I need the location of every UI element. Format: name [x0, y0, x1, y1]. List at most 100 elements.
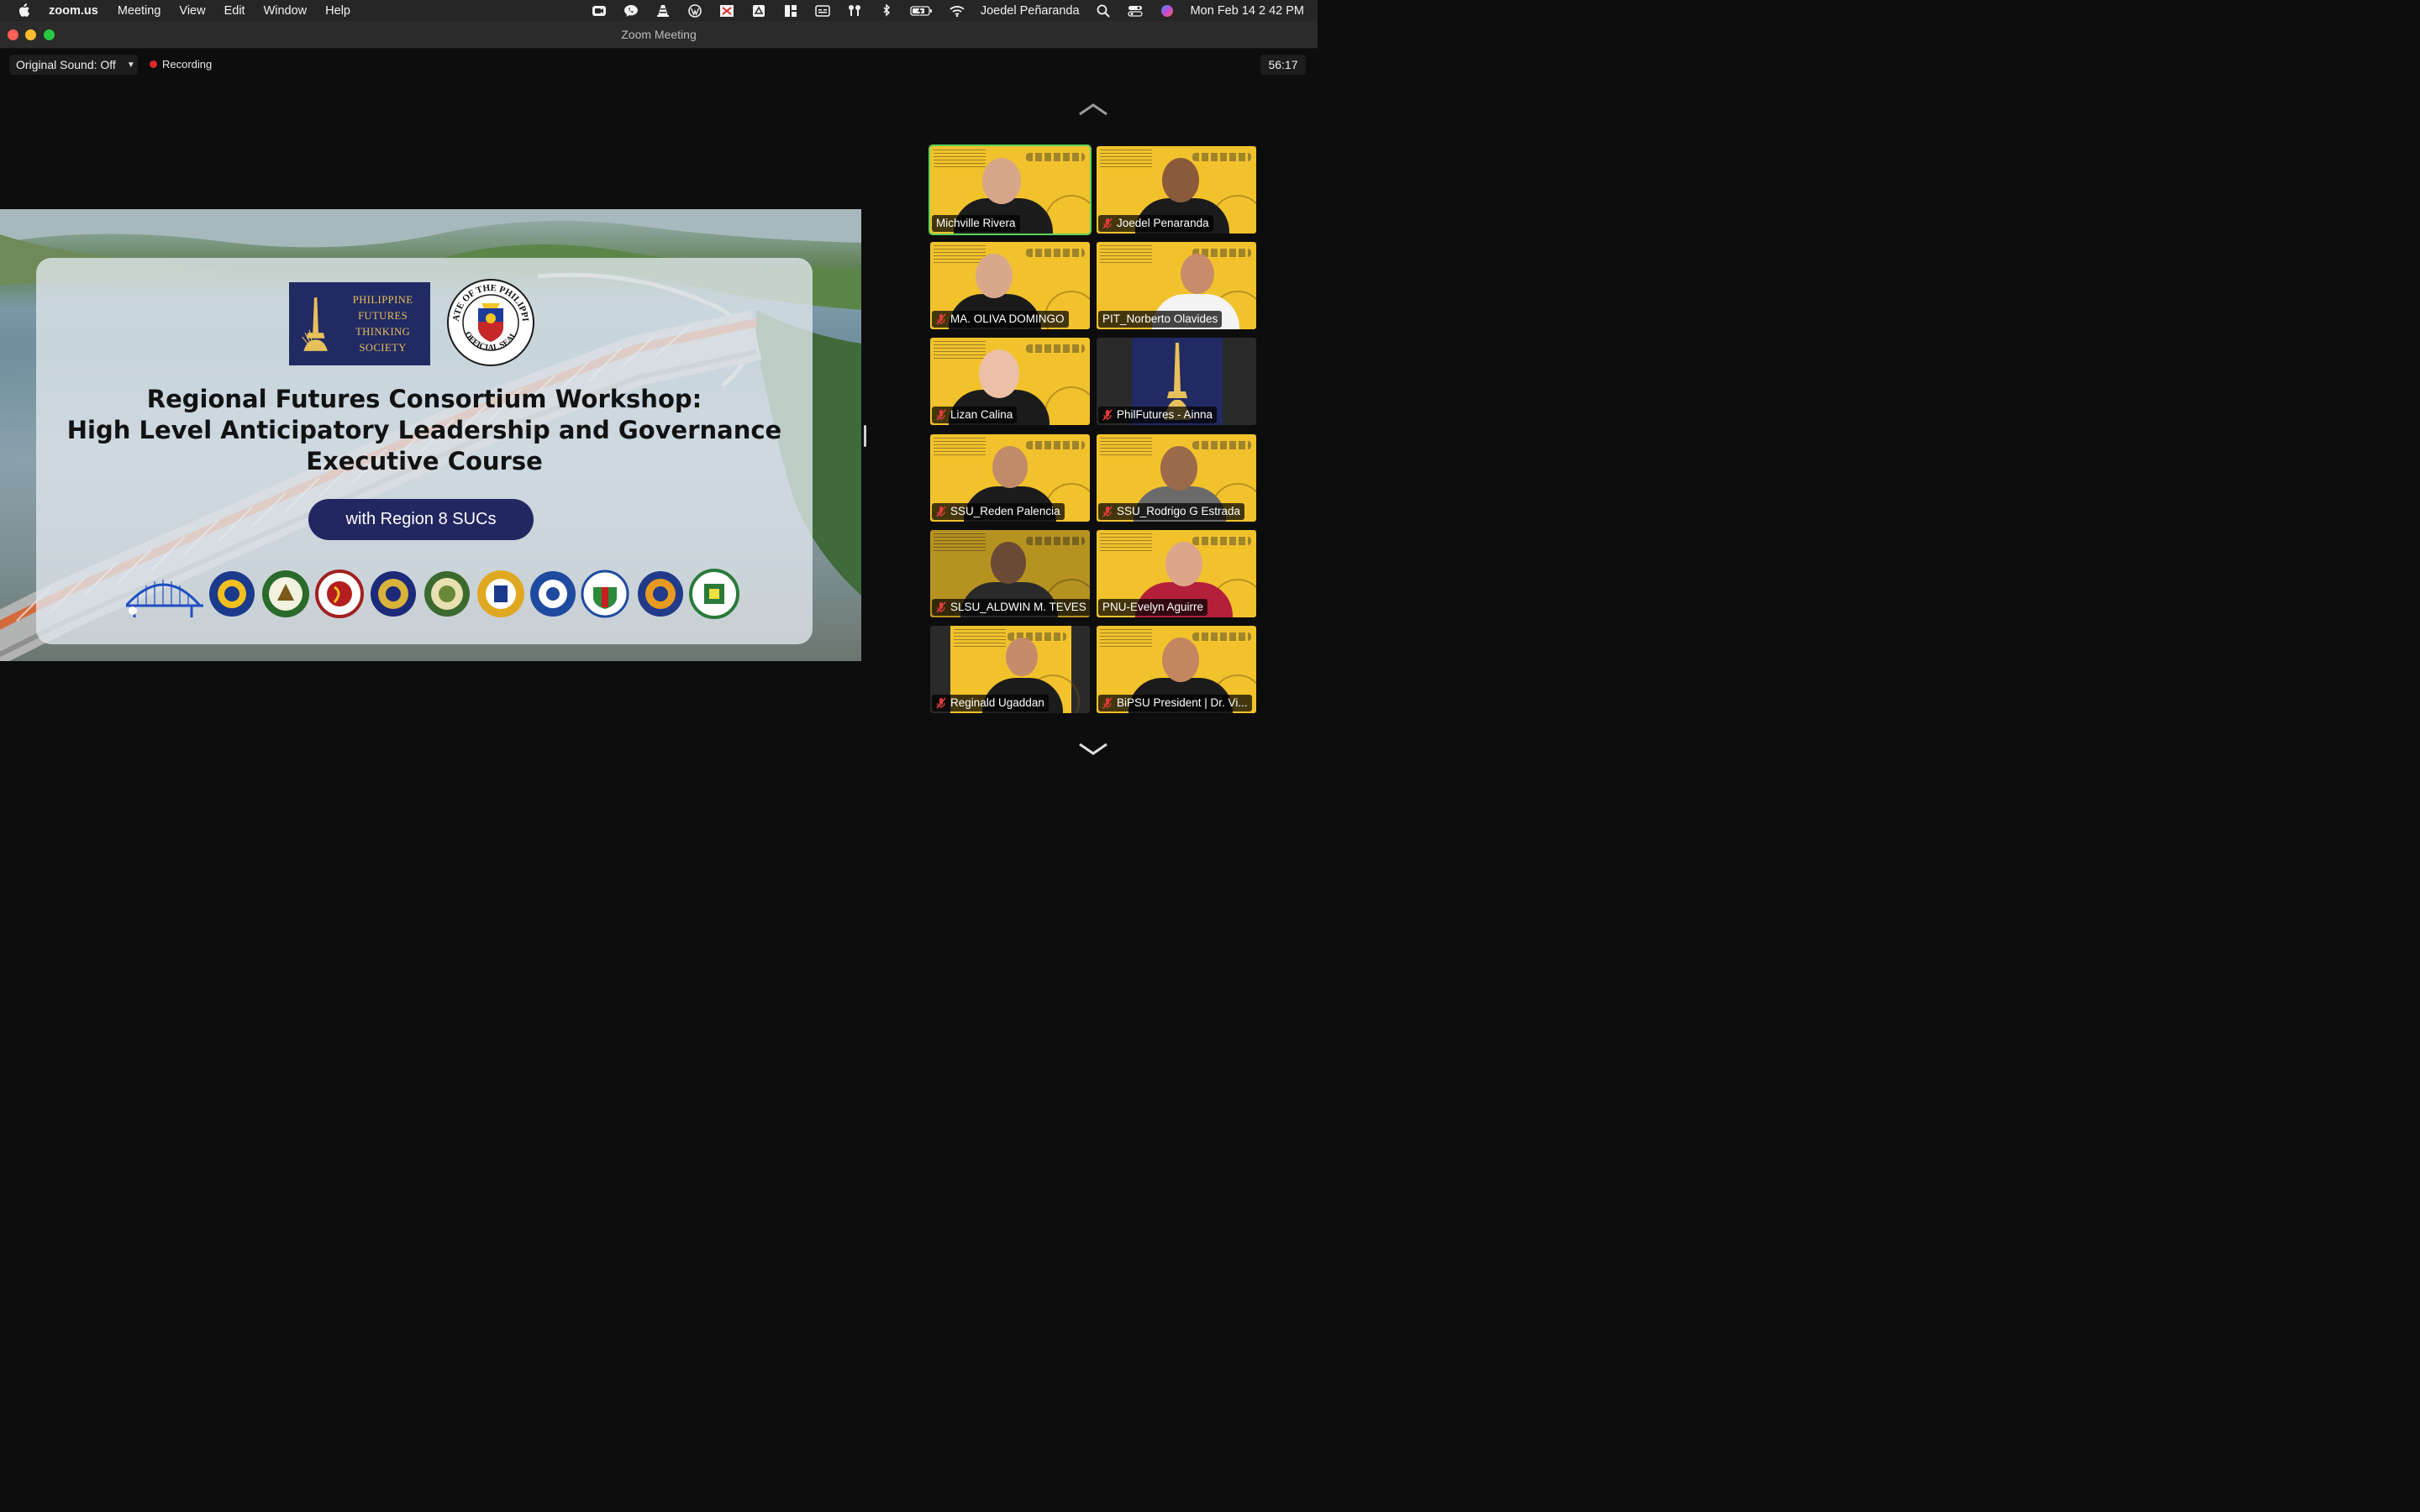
participant-head	[982, 158, 1021, 205]
participant-tile[interactable]: PhilFutures - Ainna	[1097, 338, 1256, 425]
participant-tile[interactable]: Reginald Ugaddan	[930, 626, 1090, 713]
participant-tile[interactable]: SSU_Rodrigo G Estrada	[1097, 434, 1256, 522]
participant-head	[1006, 638, 1038, 676]
logo-text-line2: THINKING SOCIETY	[355, 325, 411, 354]
participant-tile[interactable]: SLSU_ALDWIN M. TEVES	[930, 530, 1090, 617]
participant-name: Michville Rivera	[936, 217, 1016, 229]
menu-bar: zoom.us Meeting View Edit Window Help Jo…	[0, 0, 1318, 21]
participant-tile[interactable]: Michville Rivera	[930, 146, 1090, 234]
participant-name: Joedel Penaranda	[1117, 217, 1209, 229]
menu-meeting[interactable]: Meeting	[118, 4, 161, 18]
zoom-video-icon[interactable]	[591, 3, 608, 18]
muted-microphone-icon	[936, 697, 946, 709]
participant-name-label: SLSU_ALDWIN M. TEVES	[932, 599, 1090, 616]
muted-microphone-icon	[1102, 409, 1113, 421]
chevron-down-icon: ▼	[126, 60, 135, 70]
vlc-cone-icon[interactable]	[655, 3, 671, 18]
participant-name-label: Reginald Ugaddan	[932, 695, 1049, 711]
apple-icon[interactable]	[17, 3, 30, 18]
participant-name-label: PNU-Evelyn Aguirre	[1098, 599, 1208, 616]
muted-microphone-icon	[1102, 697, 1113, 709]
participant-tile[interactable]: BiPSU President | Dr. Vi...	[1097, 626, 1256, 713]
participant-name: BiPSU President | Dr. Vi...	[1117, 696, 1248, 709]
slide-title-line1: Regional Futures Consortium Workshop:	[146, 385, 702, 413]
participant-tile[interactable]: Lizan Calina	[930, 338, 1090, 425]
university-seal-icon-6	[477, 570, 524, 617]
participant-head	[1181, 254, 1214, 294]
muted-microphone-icon	[936, 506, 946, 517]
participant-tile[interactable]: Joedel Penaranda	[1097, 146, 1256, 234]
menu-window[interactable]: Window	[264, 4, 308, 18]
participant-name: SSU_Rodrigo G Estrada	[1117, 505, 1241, 517]
participant-name-label: SSU_Reden Palencia	[932, 503, 1065, 520]
region-pill: with Region 8 SUCs	[308, 499, 534, 540]
participant-tile[interactable]: MA. OLIVA DOMINGO	[930, 242, 1090, 329]
university-seal-icon-3	[315, 570, 364, 618]
panel-resize-handle[interactable]	[864, 425, 866, 447]
bridge-logo-icon	[126, 580, 203, 617]
drive-icon[interactable]	[750, 3, 767, 18]
gallery-scroll-down-chevron-icon[interactable]	[1077, 743, 1109, 756]
dropzone-icon[interactable]	[718, 3, 735, 18]
recording-label: Recording	[162, 58, 213, 71]
recording-indicator[interactable]: Recording	[150, 58, 212, 71]
menu-app-name[interactable]: zoom.us	[49, 4, 98, 18]
menu-bar-user-name[interactable]: Joedel Peñaranda	[981, 4, 1080, 18]
participant-name-label: BiPSU President | Dr. Vi...	[1098, 695, 1252, 711]
airpods-icon[interactable]	[846, 3, 863, 18]
muted-microphone-icon	[936, 601, 946, 613]
muted-microphone-icon	[936, 409, 946, 421]
window-title-bar: Zoom Meeting	[0, 21, 1318, 49]
slide-title-line3: Executive Course	[306, 447, 543, 475]
participant-tile[interactable]: PNU-Evelyn Aguirre	[1097, 530, 1256, 617]
gallery-scroll-up-chevron-icon[interactable]	[1077, 102, 1109, 116]
window-title: Zoom Meeting	[621, 28, 697, 41]
participant-head	[991, 542, 1026, 585]
meeting-timer: 56:17	[1260, 55, 1306, 75]
university-logos-row	[126, 569, 748, 621]
participant-head	[992, 446, 1028, 489]
wifi-icon[interactable]	[949, 3, 965, 18]
obelisk-icon	[302, 297, 328, 351]
participant-head	[1160, 446, 1197, 491]
participant-head	[1165, 542, 1202, 586]
menu-view[interactable]: View	[179, 4, 205, 18]
bluetooth-icon[interactable]	[878, 3, 895, 18]
university-seal-icon-9	[638, 571, 683, 617]
university-seal-icon-10	[689, 569, 739, 619]
participant-tile[interactable]: SSU_Reden Palencia	[930, 434, 1090, 522]
menu-help[interactable]: Help	[325, 4, 350, 18]
participant-head	[979, 349, 1019, 398]
participant-name: SSU_Reden Palencia	[950, 505, 1060, 517]
wordpress-icon[interactable]	[687, 3, 703, 18]
original-sound-dropdown[interactable]: Original Sound: Off ▼	[9, 55, 138, 75]
window-grid-icon[interactable]	[782, 3, 799, 18]
senate-seal: SENATE OF THE PHILIPPINES OFFICIAL SEAL	[446, 278, 534, 366]
participant-name-label: Joedel Penaranda	[1098, 215, 1213, 232]
participant-name: MA. OLIVA DOMINGO	[950, 312, 1065, 325]
participant-name: PIT_Norberto Olavides	[1102, 312, 1218, 325]
participant-head	[1162, 158, 1199, 202]
participant-name-label: MA. OLIVA DOMINGO	[932, 311, 1069, 328]
battery-icon[interactable]	[910, 3, 934, 18]
siri-icon[interactable]	[1159, 3, 1176, 18]
participant-head	[976, 254, 1013, 298]
shared-screen[interactable]: PHILIPPINE FUTURES THINKING SOCIETY SENA…	[0, 209, 861, 661]
original-sound-label: Original Sound: Off	[16, 58, 116, 71]
university-seal-icon-8	[581, 570, 629, 618]
participant-tile[interactable]: PIT_Norberto Olavides	[1097, 242, 1256, 329]
chat-bubble-icon[interactable]	[623, 3, 639, 18]
muted-microphone-icon	[936, 313, 946, 325]
control-center-icon[interactable]	[1127, 3, 1144, 18]
participant-name-label: SSU_Rodrigo G Estrada	[1098, 503, 1245, 520]
menu-bar-clock[interactable]: Mon Feb 14 2 42 PM	[1191, 4, 1304, 18]
slide-title-line2: High Level Anticipatory Leadership and G…	[66, 416, 782, 444]
menu-edit[interactable]: Edit	[224, 4, 245, 18]
spotlight-search-icon[interactable]	[1095, 3, 1112, 18]
slide-title: Regional Futures Consortium Workshop: Hi…	[50, 384, 798, 477]
caption-box-icon[interactable]	[814, 3, 831, 18]
university-seal-icon-1	[209, 571, 255, 617]
participant-name: SLSU_ALDWIN M. TEVES	[950, 601, 1086, 613]
participant-name-label: PhilFutures - Ainna	[1098, 407, 1218, 423]
muted-microphone-icon	[1102, 218, 1113, 229]
